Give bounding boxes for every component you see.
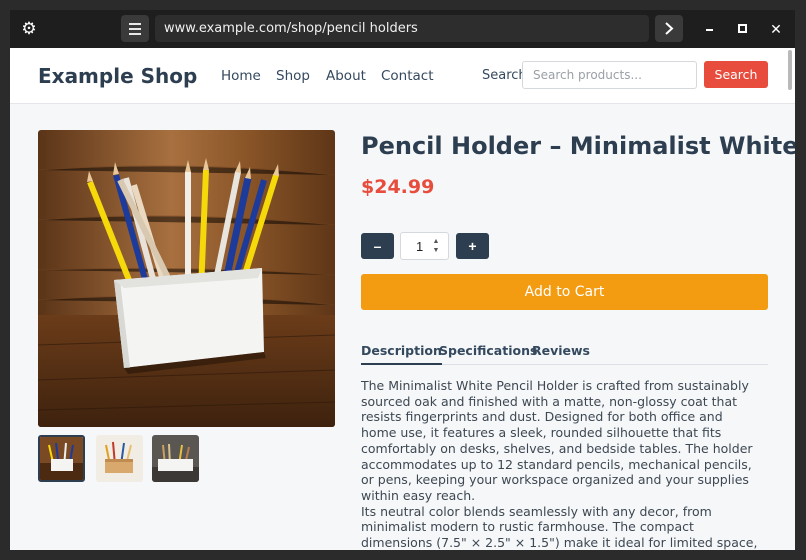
minimize-icon[interactable] [700,19,720,39]
maximize-icon[interactable] [732,19,752,39]
description-paragraph: The Minimalist White Pencil Holder is cr… [361,378,753,503]
add-to-cart-button[interactable]: Add to Cart [361,274,768,310]
quantity-decrease-button[interactable]: – [361,233,394,259]
product-description: The Minimalist White Pencil Holder is cr… [361,378,759,550]
nav-contact[interactable]: Contact [381,68,434,84]
browser-window: ⚙ www.example.com/shop/pencil holders ✕ … [10,10,795,550]
search-button[interactable]: Search [704,61,768,88]
hamburger-icon[interactable] [121,15,149,42]
brand-logo[interactable]: Example Shop [38,64,197,88]
product-main-image [38,130,335,427]
url-bar[interactable]: www.example.com/shop/pencil holders [155,15,649,42]
nav-home[interactable]: Home [221,68,261,84]
quantity-value: 1 [416,239,424,254]
tab-description[interactable]: Description [361,343,442,365]
search-label: Search [482,68,527,83]
site-header: Example Shop Home Shop About Contact Sea… [10,48,795,104]
description-paragraph: Its neutral color blends seamlessly with… [361,503,758,550]
scrollbar-thumb[interactable] [788,50,792,90]
product-title: Pencil Holder – Minimalist White [361,132,795,160]
tab-reviews[interactable]: Reviews [532,343,590,363]
product-thumbnail[interactable] [96,435,143,482]
quantity-spinner-icon[interactable]: ▲ ▼ [431,237,441,255]
quantity-increase-button[interactable]: + [456,233,489,259]
close-icon[interactable]: ✕ [766,19,786,39]
product-thumbnail[interactable] [38,435,85,482]
gear-icon[interactable]: ⚙ [20,20,38,38]
tab-specifications[interactable]: Specifications [439,343,537,363]
browser-titlebar: ⚙ www.example.com/shop/pencil holders ✕ [10,10,795,48]
search-input[interactable] [522,61,697,89]
chevron-right-icon[interactable] [655,15,683,42]
product-thumbnail[interactable] [152,435,199,482]
nav-shop[interactable]: Shop [276,68,310,84]
nav-about[interactable]: About [326,68,366,84]
quantity-input[interactable]: 1 ▲ ▼ [400,232,449,260]
product-price: $24.99 [361,176,435,198]
product-tabs: Description Specifications Reviews [361,343,768,365]
